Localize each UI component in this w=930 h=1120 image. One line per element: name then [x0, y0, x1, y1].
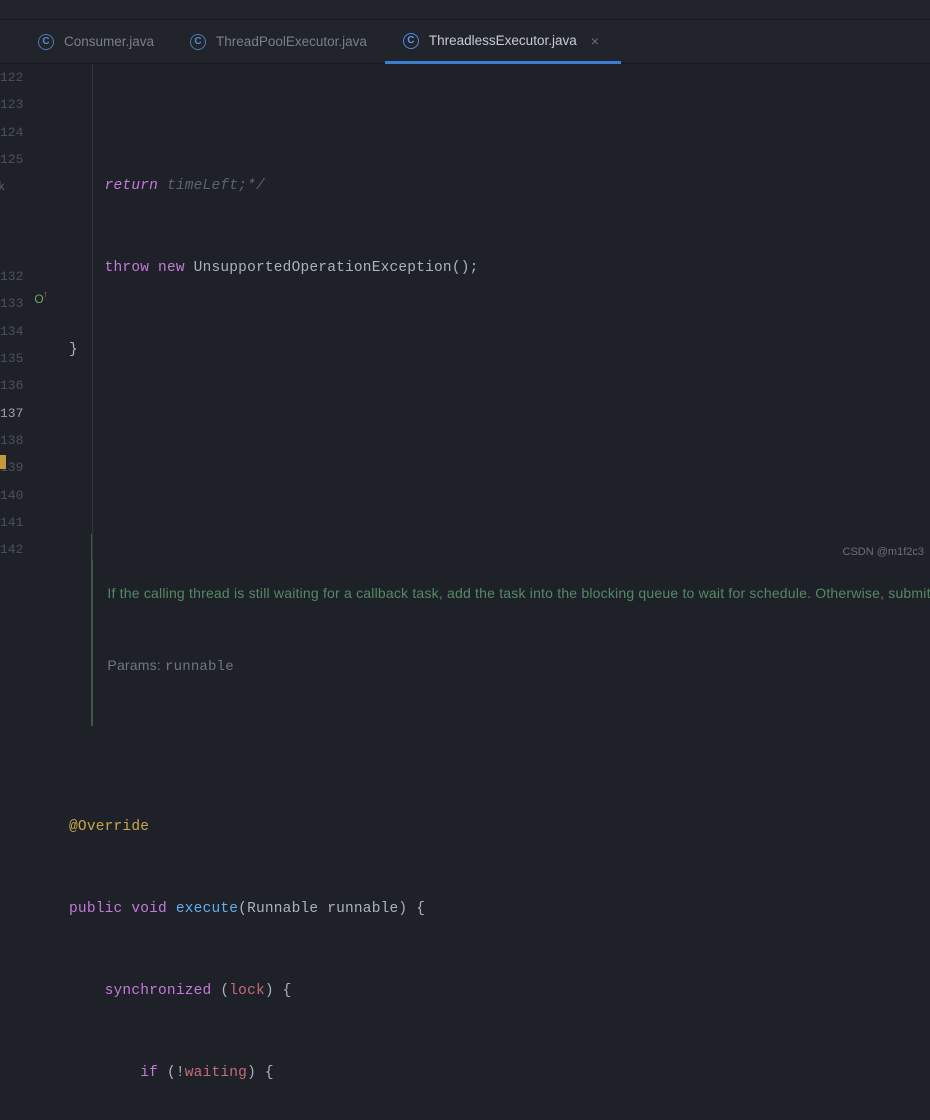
titlebar: [0, 0, 930, 20]
javadoc-text: If the calling thread is still waiting f…: [107, 582, 930, 604]
javadoc-block: If the calling thread is still waiting f…: [91, 534, 930, 726]
line-number[interactable]: 134: [0, 318, 23, 345]
line-number[interactable]: 122: [0, 64, 23, 91]
tab-bar: C Consumer.java C ThreadPoolExecutor.jav…: [0, 20, 930, 64]
tab-label: ThreadlessExecutor.java: [429, 33, 577, 48]
line-number[interactable]: 141: [0, 509, 23, 536]
line-number[interactable]: 123: [0, 91, 23, 118]
code-line[interactable]: @Override: [31, 814, 930, 841]
tab-label: ThreadPoolExecutor.java: [216, 34, 367, 49]
java-class-icon: C: [38, 34, 54, 50]
line-number[interactable]: 133: [0, 290, 23, 317]
margin-marker: k: [0, 180, 5, 194]
java-class-icon: C: [403, 33, 419, 49]
code-line[interactable]: throw new UnsupportedOperationException(…: [31, 255, 930, 282]
code-line[interactable]: [31, 419, 930, 446]
code-line[interactable]: synchronized (lock) {: [31, 978, 930, 1005]
javadoc-params: Params: runnable: [107, 654, 930, 678]
tab-threadlessexecutor[interactable]: C ThreadlessExecutor.java ×: [385, 21, 621, 64]
tab-label: Consumer.java: [64, 34, 154, 49]
code-area[interactable]: return timeLeft;*/ throw new Unsupported…: [31, 64, 930, 560]
tab-threadpoolexecutor[interactable]: C ThreadPoolExecutor.java: [172, 20, 385, 63]
code-line[interactable]: }: [31, 337, 930, 364]
line-number[interactable]: 124: [0, 119, 23, 146]
line-number[interactable]: 135: [0, 345, 23, 372]
line-number[interactable]: 136: [0, 372, 23, 399]
vcs-change-marker: [0, 455, 6, 469]
line-number-gutter[interactable]: 122 123 124 125 132 133 134 135 136 137 …: [0, 64, 31, 560]
code-line[interactable]: return timeLeft;*/: [31, 173, 930, 200]
editor[interactable]: k 122 123 124 125 132 133 134 135 136 13…: [0, 64, 930, 560]
code-line[interactable]: if (!waiting) {: [31, 1060, 930, 1087]
java-class-icon: C: [190, 34, 206, 50]
line-number[interactable]: 137: [0, 400, 23, 427]
tab-consumer[interactable]: C Consumer.java: [20, 20, 172, 63]
line-number[interactable]: 138: [0, 427, 23, 454]
line-number[interactable]: 140: [0, 482, 23, 509]
code-line[interactable]: public void execute(Runnable runnable) {: [31, 896, 930, 923]
line-number[interactable]: 132: [0, 263, 23, 290]
line-number[interactable]: 125: [0, 146, 23, 173]
line-number[interactable]: 142: [0, 536, 23, 563]
watermark: CSDN @m1f2c3: [843, 546, 924, 558]
close-icon[interactable]: ×: [587, 33, 603, 49]
